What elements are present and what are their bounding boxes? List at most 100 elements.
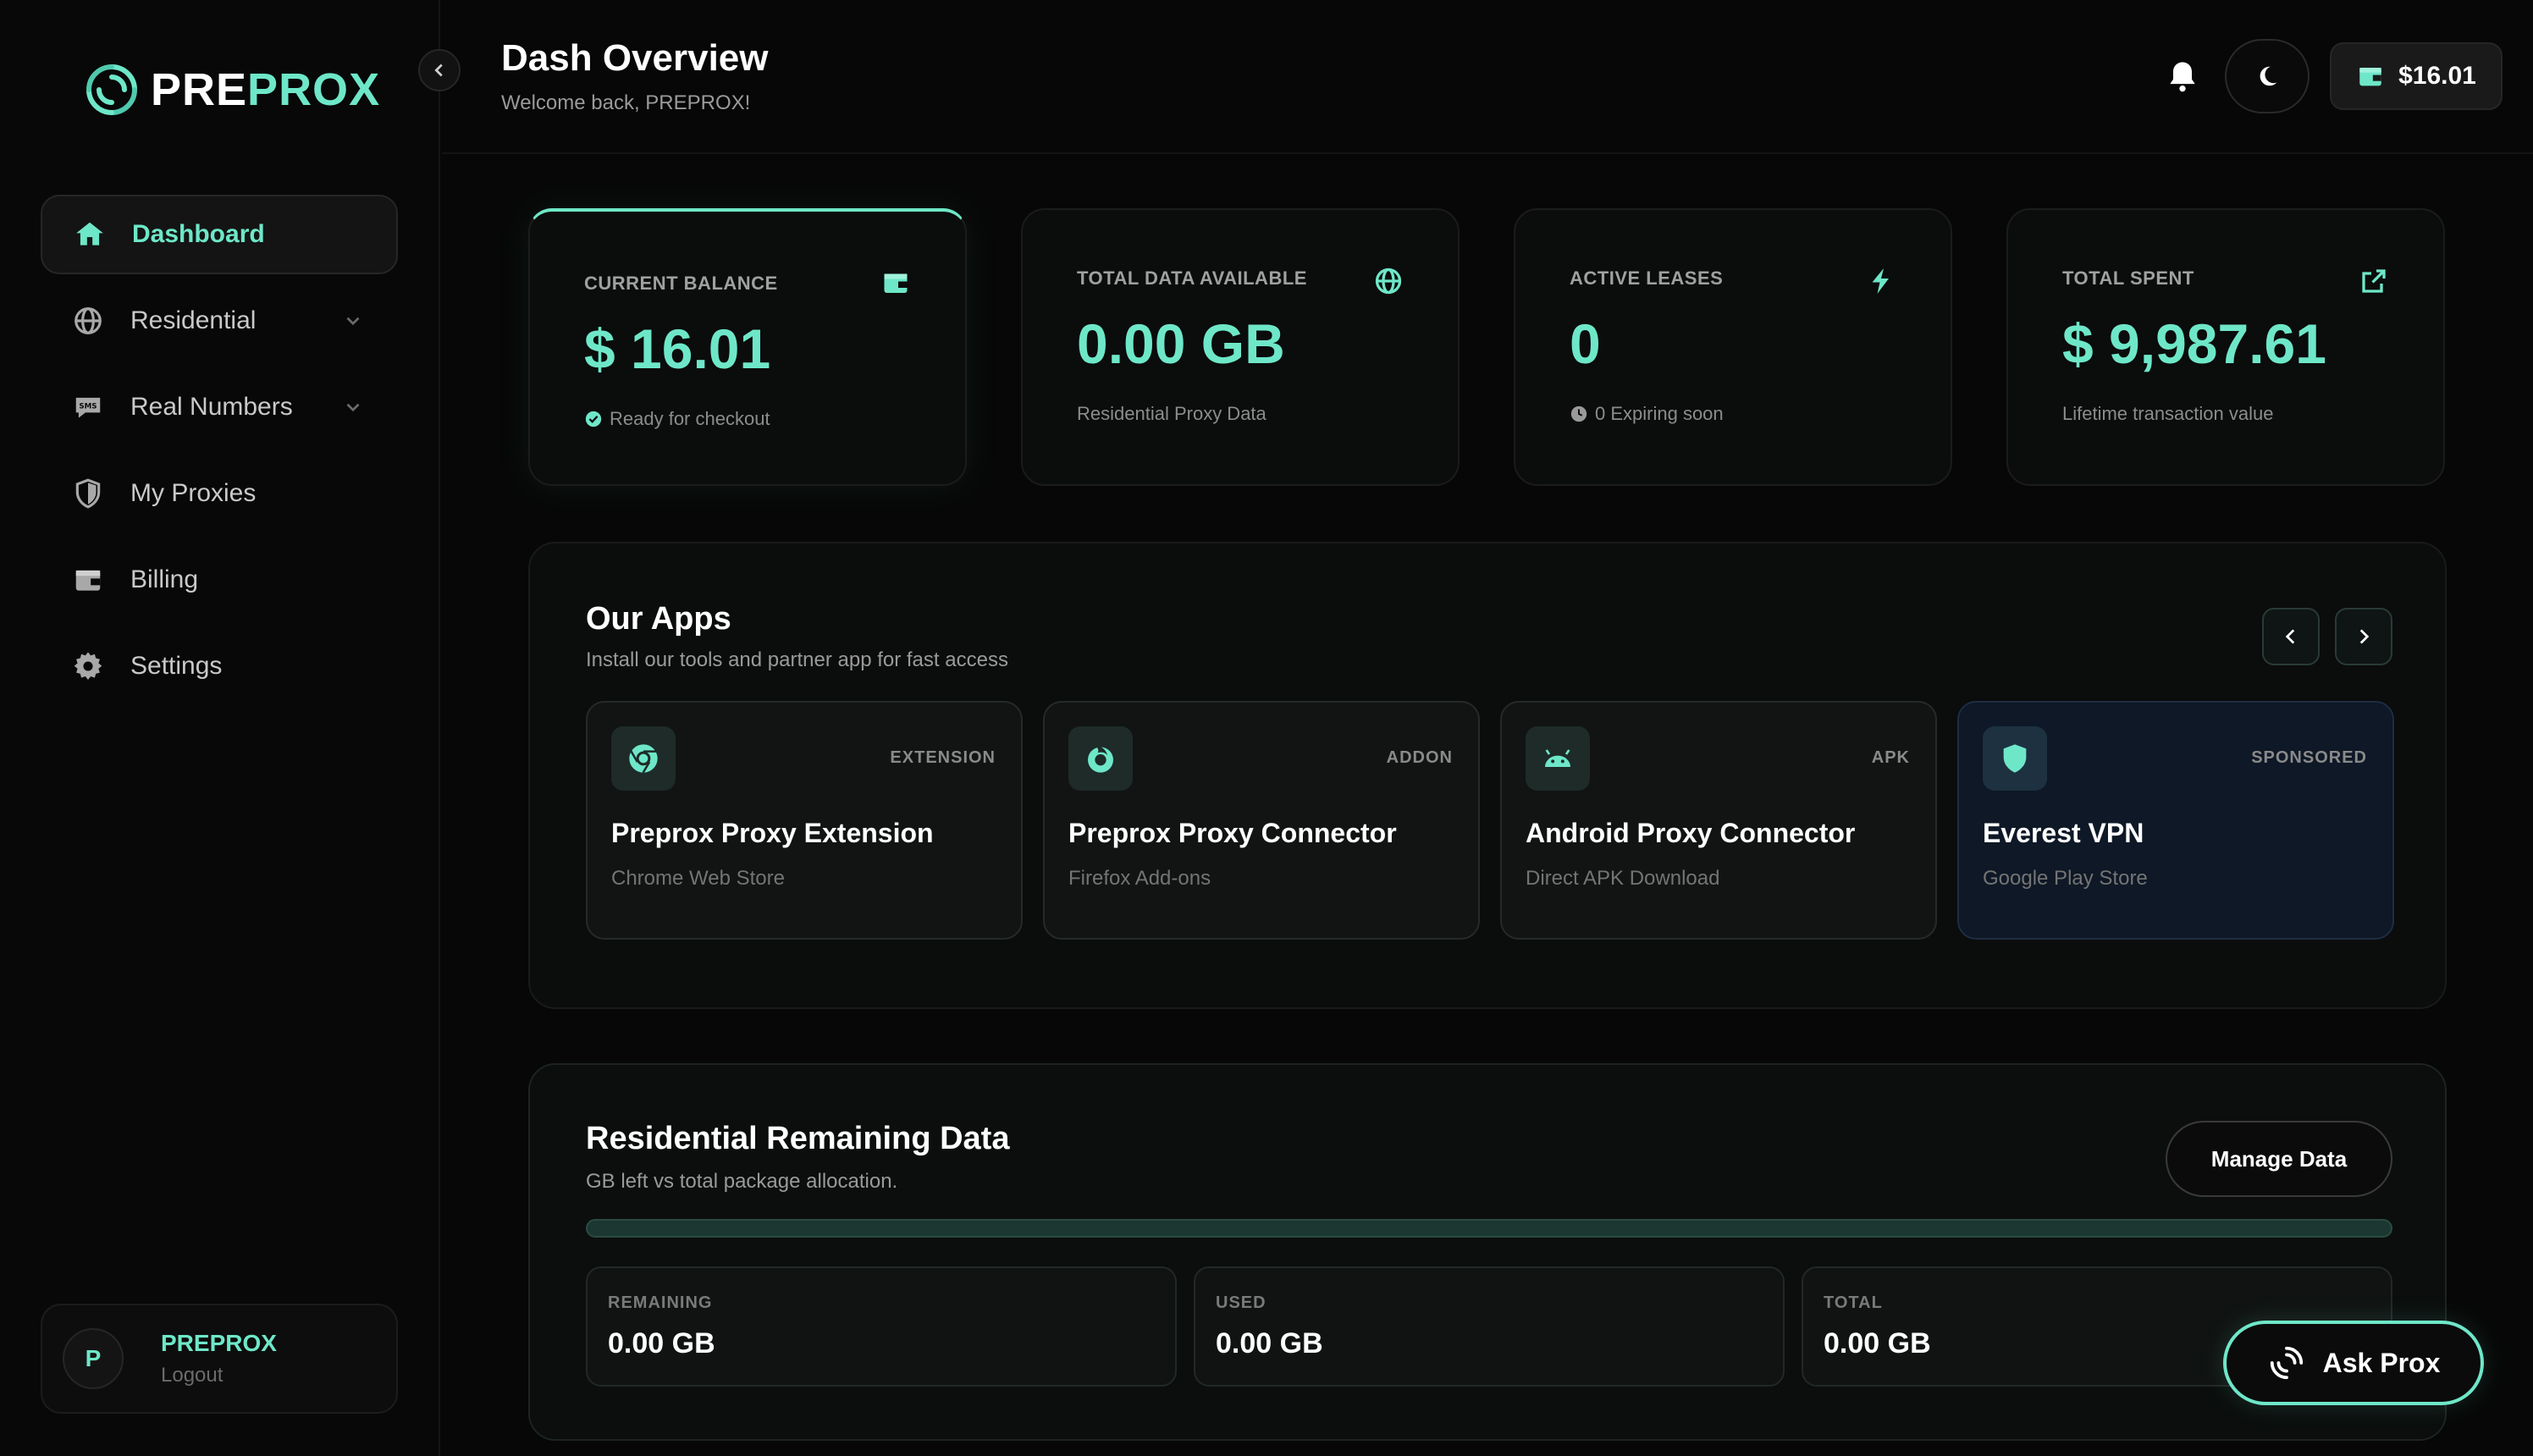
ask-prox-label: Ask Prox bbox=[2322, 1347, 2441, 1378]
app-tag: EXTENSION bbox=[890, 748, 996, 767]
sidebar-item-label: Real Numbers bbox=[130, 393, 293, 421]
residential-subtitle: GB left vs total package allocation. bbox=[586, 1170, 898, 1193]
wallet-icon bbox=[2359, 68, 2381, 86]
app-name: Preprox Proxy Extension bbox=[611, 818, 934, 848]
wallet-icon bbox=[884, 273, 908, 293]
sidebar-item-label: Settings bbox=[130, 652, 223, 680]
shield-icon bbox=[71, 477, 105, 510]
stat-note-text: Ready for checkout bbox=[610, 408, 770, 429]
total-value: 0.00 GB bbox=[1824, 1327, 1931, 1359]
external-link-icon[interactable] bbox=[2359, 266, 2389, 296]
remaining-value: 0.00 GB bbox=[608, 1327, 715, 1359]
logo-swirl-icon bbox=[2270, 1346, 2303, 1380]
top-header: Dash Overview Welcome back, PREPROX! $16… bbox=[442, 0, 2533, 154]
residential-title: Residential Remaining Data bbox=[586, 1121, 1010, 1156]
apps-title: Our Apps bbox=[586, 601, 731, 637]
stat-value: $ 9,987.61 bbox=[2062, 312, 2326, 375]
app-tag: APK bbox=[1871, 748, 1910, 767]
logo-swirl-icon bbox=[86, 64, 137, 115]
stat-note: Residential Proxy Data bbox=[1077, 403, 1266, 425]
sidebar-item-label: My Proxies bbox=[130, 479, 257, 507]
sidebar-item-dashboard[interactable]: Dashboard bbox=[41, 195, 398, 274]
manage-data-button[interactable]: Manage Data bbox=[2166, 1121, 2392, 1197]
stat-note: Lifetime transaction value bbox=[2062, 403, 2273, 425]
app-source: Chrome Web Store bbox=[611, 867, 785, 890]
clock-icon bbox=[1570, 405, 1587, 422]
stat-value: 0.00 GB bbox=[1077, 312, 1285, 375]
page-title: Dash Overview bbox=[501, 37, 769, 79]
apps-subtitle: Install our tools and partner app for fa… bbox=[586, 648, 1008, 671]
collapse-sidebar-button[interactable] bbox=[418, 49, 461, 91]
brand-name: PREPROX bbox=[151, 64, 381, 115]
stat-card-total-data: TOTAL DATA AVAILABLE 0.00 GB Residential… bbox=[1021, 208, 1460, 486]
stat-label: ACTIVE LEASES bbox=[1570, 267, 1724, 289]
stat-note-text: Lifetime transaction value bbox=[2062, 403, 2274, 424]
notification-bell-icon[interactable] bbox=[2164, 58, 2201, 95]
theme-toggle-button[interactable] bbox=[2225, 39, 2310, 113]
user-info: PREPROX Logout bbox=[161, 1330, 277, 1387]
sidebar-nav: Dashboard Residential SMS Real Numbers M… bbox=[41, 195, 398, 713]
stat-value: 0 bbox=[1570, 312, 1601, 375]
stat-card-total-spent: TOTAL SPENT $ 9,987.61 Lifetime transact… bbox=[2006, 208, 2445, 486]
check-circle-icon bbox=[585, 411, 602, 427]
brand-logo[interactable]: PREPROX bbox=[81, 59, 380, 120]
residential-data-panel: Residential Remaining Data GB left vs to… bbox=[528, 1063, 2447, 1441]
app-name: Everest VPN bbox=[1983, 818, 2144, 848]
app-card-extension[interactable]: EXTENSION Preprox Proxy Extension Chrome… bbox=[586, 701, 1023, 940]
stat-card-active-leases: ACTIVE LEASES 0 0 Expiring soon bbox=[1514, 208, 1952, 486]
wallet-icon bbox=[71, 563, 105, 597]
stat-card-current-balance: CURRENT BALANCE $ 16.01 Ready for checko… bbox=[528, 208, 967, 486]
user-card[interactable]: P PREPROX Logout bbox=[41, 1304, 398, 1414]
logout-link[interactable]: Logout bbox=[161, 1364, 277, 1387]
sidebar-item-my-proxies[interactable]: My Proxies bbox=[41, 454, 398, 533]
chevron-down-icon bbox=[346, 317, 360, 326]
app-card-sponsored[interactable]: SPONSORED Everest VPN Google Play Store bbox=[1957, 701, 2394, 940]
svg-text:SMS: SMS bbox=[79, 403, 97, 411]
app-tag: ADDON bbox=[1386, 748, 1453, 767]
data-progress-bar bbox=[586, 1219, 2392, 1238]
sidebar-item-billing[interactable]: Billing bbox=[41, 540, 398, 620]
stat-note-text: 0 Expiring soon bbox=[1595, 403, 1724, 424]
apps-next-button[interactable] bbox=[2335, 608, 2392, 665]
total-label: TOTAL bbox=[1824, 1293, 1883, 1312]
app-source: Direct APK Download bbox=[1526, 867, 1720, 890]
bolt-icon bbox=[1872, 268, 1889, 294]
app-source: Firefox Add-ons bbox=[1068, 867, 1211, 890]
sidebar: PREPROX Dashboard Residential SMS Real N… bbox=[0, 0, 440, 1456]
stat-value: $ 16.01 bbox=[584, 317, 771, 380]
firefox-icon bbox=[1068, 726, 1133, 791]
used-box: USED 0.00 GB bbox=[1194, 1266, 1785, 1387]
app-name: Android Proxy Connector bbox=[1526, 818, 1856, 848]
gear-icon bbox=[71, 649, 105, 683]
sidebar-item-real-numbers[interactable]: SMS Real Numbers bbox=[41, 367, 398, 447]
chevron-down-icon bbox=[346, 403, 360, 412]
stat-note: 0 Expiring soon bbox=[1570, 403, 1724, 425]
chevron-left-icon bbox=[2285, 629, 2295, 644]
sidebar-item-label: Residential bbox=[130, 306, 257, 334]
stat-note-text: Residential Proxy Data bbox=[1077, 403, 1266, 424]
chrome-icon bbox=[611, 726, 676, 791]
ask-prox-button[interactable]: Ask Prox bbox=[2223, 1321, 2484, 1405]
chevron-right-icon bbox=[2359, 629, 2370, 644]
app-card-addon[interactable]: ADDON Preprox Proxy Connector Firefox Ad… bbox=[1043, 701, 1480, 940]
sidebar-item-residential[interactable]: Residential bbox=[41, 281, 398, 361]
home-icon bbox=[73, 218, 107, 251]
wallet-balance: $16.01 bbox=[2398, 62, 2476, 90]
moon-icon bbox=[2260, 66, 2277, 86]
shield-icon bbox=[1983, 726, 2047, 791]
sidebar-item-label: Billing bbox=[130, 565, 199, 593]
app-tag: SPONSORED bbox=[2251, 748, 2367, 767]
sidebar-item-settings[interactable]: Settings bbox=[41, 626, 398, 706]
app-name: Preprox Proxy Connector bbox=[1068, 818, 1397, 848]
apps-prev-button[interactable] bbox=[2262, 608, 2320, 665]
globe-icon bbox=[1375, 267, 1402, 295]
stat-note: Ready for checkout bbox=[584, 408, 770, 430]
wallet-balance-button[interactable]: $16.01 bbox=[2330, 42, 2503, 110]
user-name: PREPROX bbox=[161, 1330, 277, 1356]
app-source: Google Play Store bbox=[1983, 867, 2148, 890]
sms-icon: SMS bbox=[71, 390, 105, 424]
used-value: 0.00 GB bbox=[1216, 1327, 1323, 1359]
app-card-apk[interactable]: APK Android Proxy Connector Direct APK D… bbox=[1500, 701, 1937, 940]
chevron-left-icon bbox=[434, 63, 443, 77]
used-label: USED bbox=[1216, 1293, 1266, 1312]
